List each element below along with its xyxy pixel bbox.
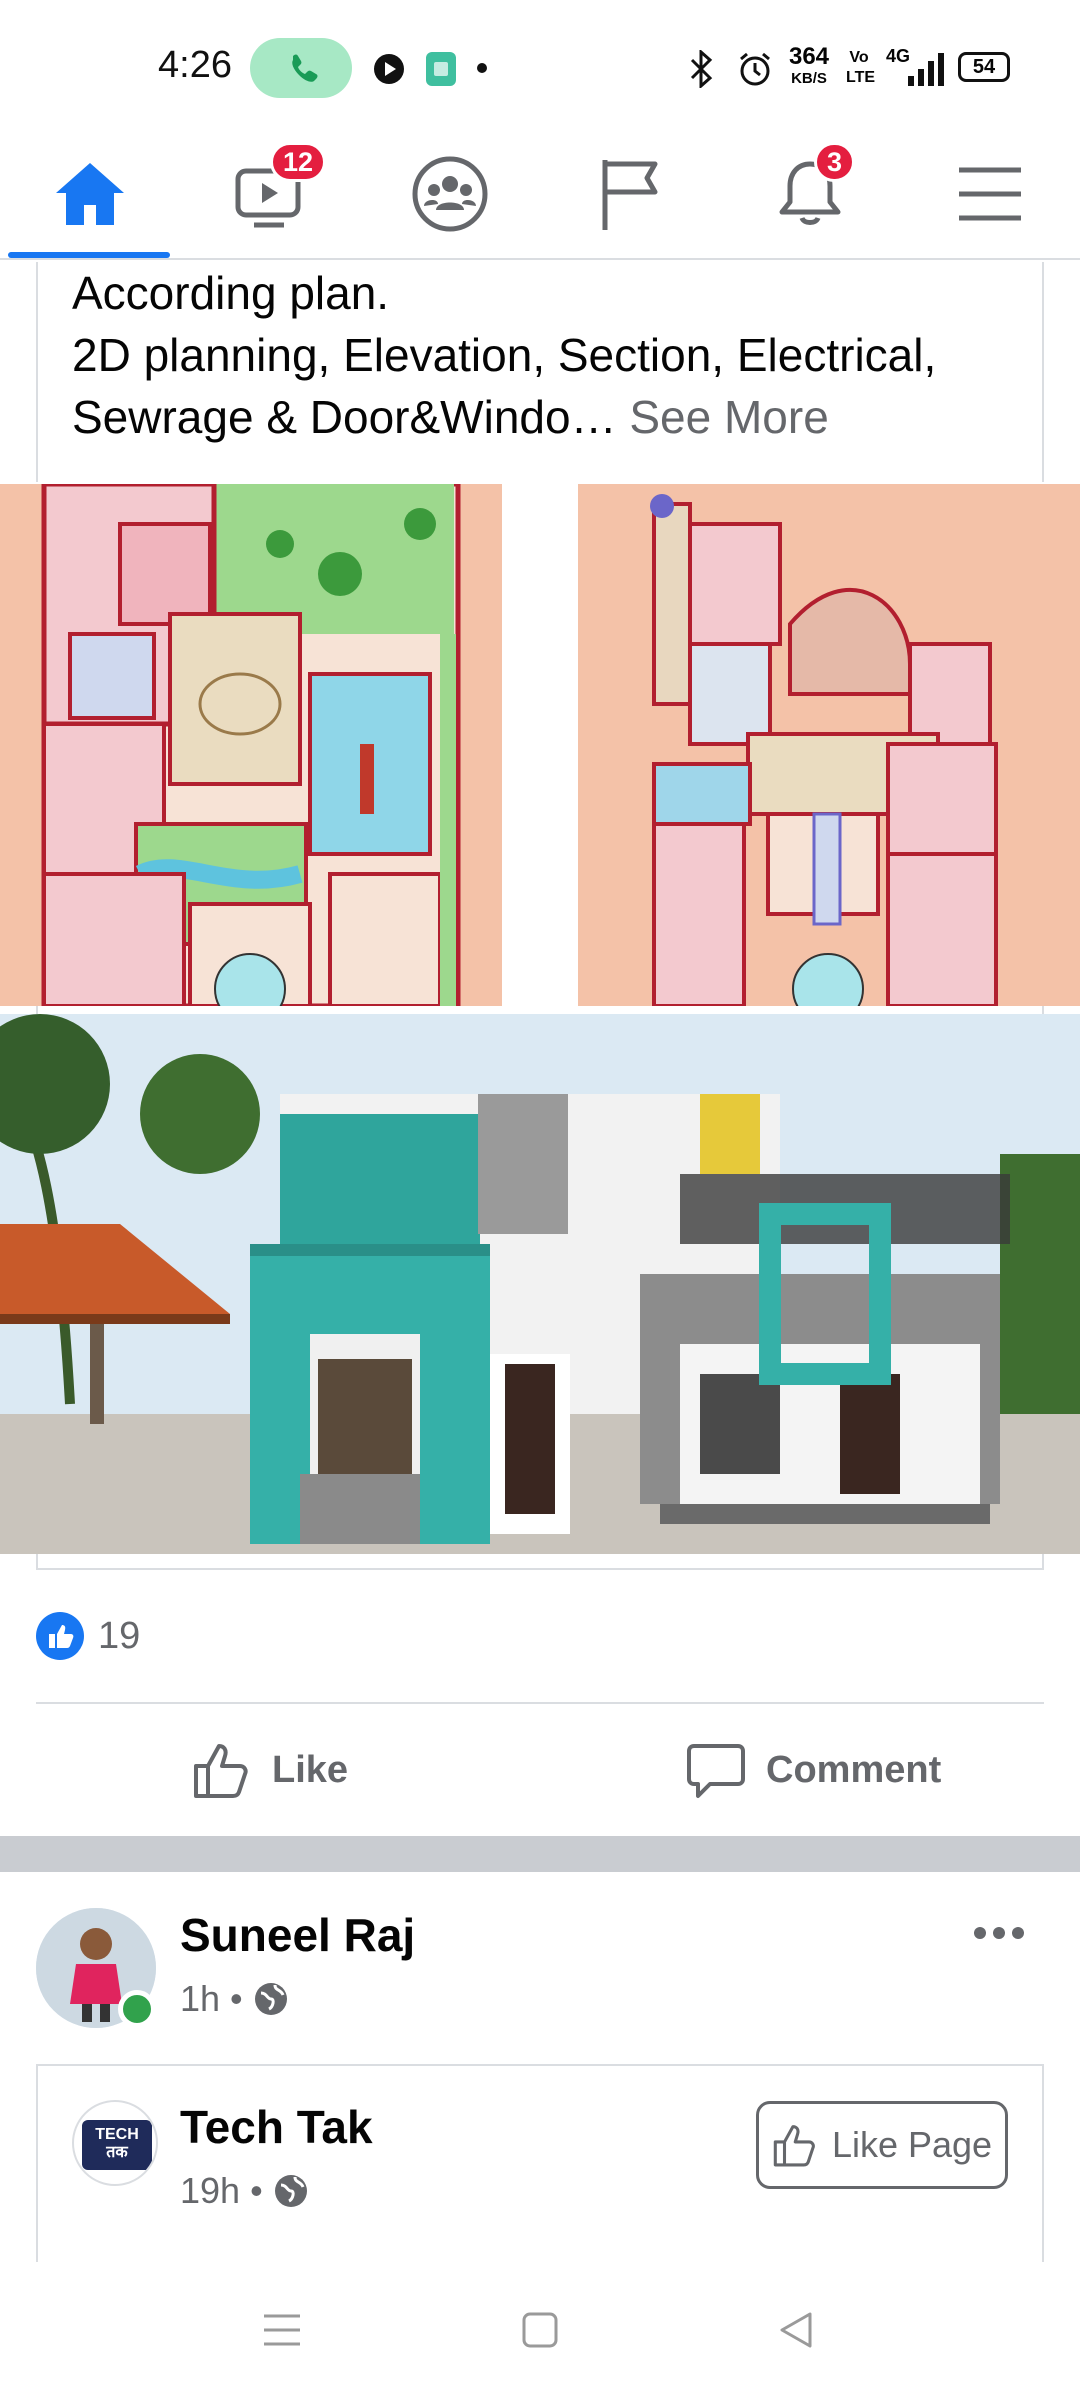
battery-indicator: 54: [958, 52, 1010, 82]
more-options-icon[interactable]: [972, 1918, 1026, 1948]
home-icon: [56, 163, 124, 225]
status-bar: 4:26 364 KB/S Vo LTE 4G 54: [0, 0, 1080, 130]
like-reaction-icon: [36, 1612, 84, 1660]
post-text: According plan. 2D planning, Elevation, …: [72, 262, 1032, 448]
tab-video[interactable]: 12: [180, 130, 360, 258]
globe-icon: [254, 1983, 287, 2015]
post-text-line-1: According plan.: [72, 267, 390, 319]
logo-text-bottom: तक: [106, 2144, 128, 2161]
image-frame-bottom: [36, 1554, 1044, 1570]
shared-page-name[interactable]: Tech Tak: [180, 2100, 373, 2154]
network-speed: 364 KB/S: [786, 43, 832, 90]
page-logo[interactable]: TECH तक: [72, 2100, 158, 2186]
notification-badge: 3: [814, 142, 856, 182]
speed-unit: KB/S: [791, 70, 827, 87]
reactions-summary[interactable]: 19: [36, 1612, 140, 1660]
app-notification-icon: [426, 52, 456, 86]
volte-indicator: Vo LTE: [846, 49, 876, 86]
speed-value: 364: [788, 43, 830, 70]
shared-post-time[interactable]: 19h: [180, 2170, 240, 2212]
floor-plan-drawing: [650, 494, 998, 1006]
like-page-button[interactable]: Like Page: [756, 2101, 1008, 2189]
comment-label: Comment: [766, 1748, 942, 1791]
tab-pages[interactable]: [540, 130, 720, 258]
likes-count: 19: [98, 1614, 141, 1657]
alarm-icon: [740, 52, 770, 86]
like-button[interactable]: Like: [192, 1740, 348, 1800]
house-elevation-image[interactable]: [0, 1014, 1080, 1554]
video-badge: 12: [270, 142, 327, 182]
floor-plan-image-right[interactable]: [578, 484, 1080, 1006]
floor-plan-image-left[interactable]: [0, 484, 502, 1006]
see-more-link[interactable]: See More: [629, 391, 828, 443]
post-meta: 1h •: [180, 1978, 289, 2020]
like-page-label: Like Page: [831, 2124, 993, 2165]
globe-icon: [274, 2175, 307, 2207]
post-time[interactable]: 1h: [180, 1978, 220, 2020]
post-text-line-3: Sewrage & Door&Windo…: [72, 391, 617, 443]
back-icon[interactable]: [776, 2310, 816, 2350]
recent-apps-icon[interactable]: [262, 2312, 302, 2348]
home-button-icon[interactable]: [520, 2310, 560, 2350]
more-notifications-dot-icon: [477, 63, 487, 73]
hamburger-menu-icon: [959, 167, 1021, 221]
status-time: 4:26: [158, 44, 232, 86]
online-status-dot: [118, 1990, 156, 2028]
media-play-icon: [374, 54, 404, 84]
system-navigation-bar: [0, 2262, 1080, 2400]
thumbs-up-icon: [194, 1744, 248, 1798]
shared-post-meta: 19h •: [180, 2170, 309, 2212]
reactions-divider: [36, 1702, 1044, 1704]
active-tab-indicator: [8, 252, 170, 258]
post-separator: [0, 1836, 1080, 1872]
phone-icon: [292, 54, 318, 82]
like-label: Like: [272, 1748, 349, 1791]
battery-level: 54: [972, 55, 996, 78]
tab-home[interactable]: [0, 130, 180, 258]
tab-notifications[interactable]: 3: [720, 130, 900, 258]
signal-icon: [908, 53, 944, 86]
logo-text-top: TECH: [95, 2126, 139, 2143]
post-text-line-2: 2D planning, Elevation, Section, Electri…: [72, 329, 937, 381]
image-frame: [36, 1006, 1044, 1014]
tab-menu[interactable]: [900, 130, 1080, 258]
thumbs-up-icon: [773, 2125, 815, 2167]
tab-groups[interactable]: [360, 130, 540, 258]
flag-icon: [602, 160, 658, 230]
top-navigation: 12 3: [0, 130, 1080, 260]
logo-text: TECH तक: [74, 2126, 156, 2162]
bluetooth-icon: [690, 50, 713, 88]
post-author[interactable]: Suneel Raj: [180, 1908, 415, 1962]
floor-plan-drawing: [41, 484, 461, 1006]
comment-icon: [687, 1744, 745, 1798]
house-elevation-drawing: [0, 1014, 1080, 1554]
comment-button[interactable]: Comment: [686, 1740, 941, 1800]
groups-icon: [412, 156, 488, 232]
ongoing-call-indicator[interactable]: [250, 38, 352, 98]
